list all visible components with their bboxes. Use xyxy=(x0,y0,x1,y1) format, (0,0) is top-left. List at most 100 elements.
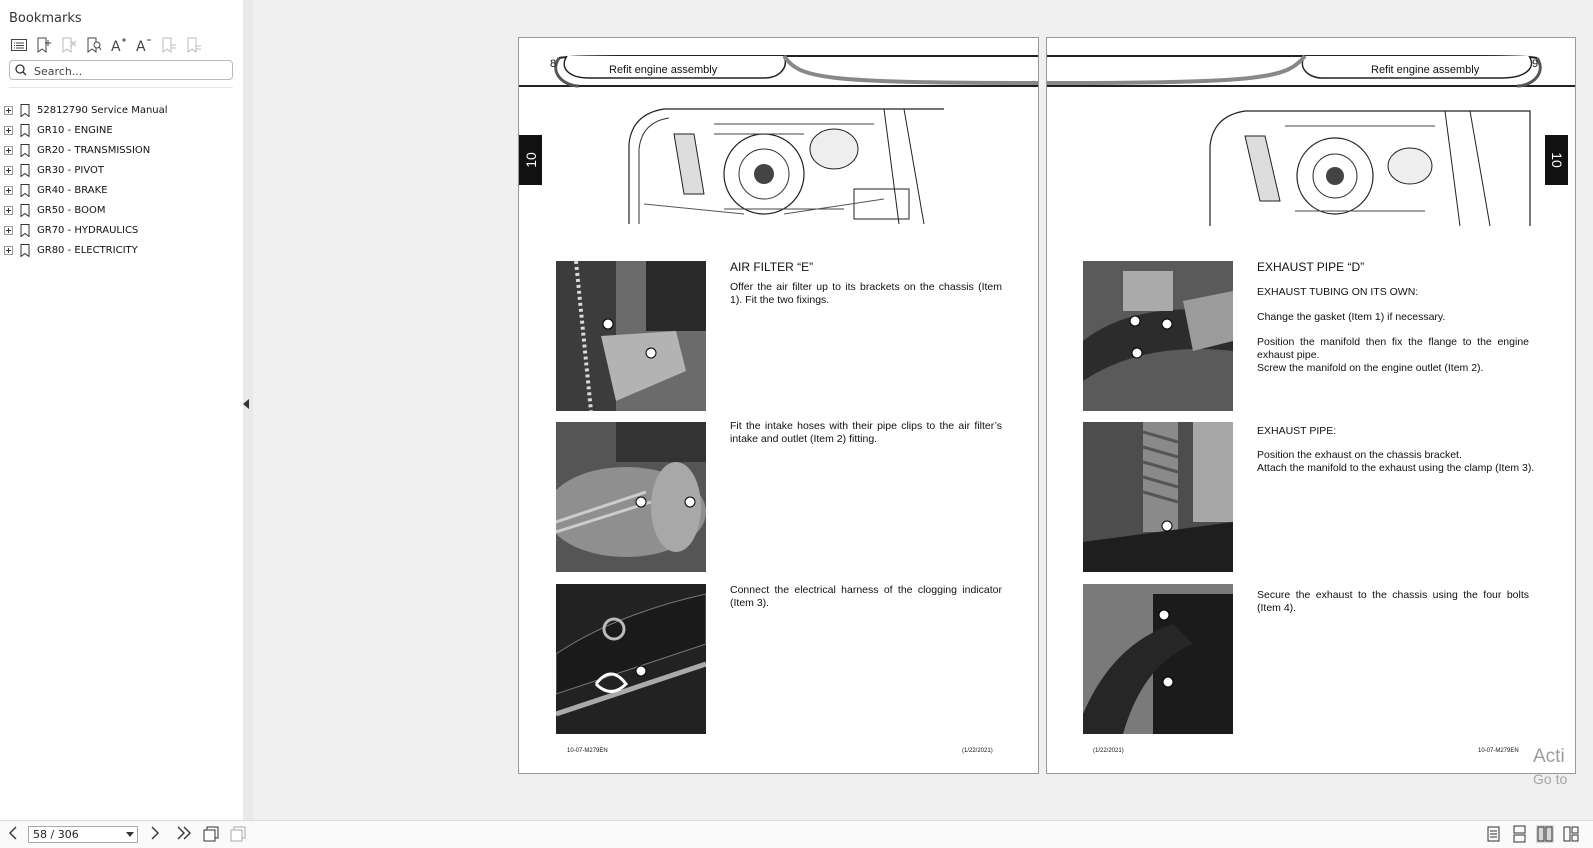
bookmark-list-icon[interactable] xyxy=(6,34,31,56)
page-footer-date: (1/22/2021) xyxy=(962,748,993,754)
bookmark-tree: 52812790 Service Manual GR10 - ENGINE GR… xyxy=(4,100,168,260)
svg-text:A: A xyxy=(136,39,146,53)
bookmark-item[interactable]: GR70 - HYDRAULICS xyxy=(4,220,168,240)
photo-air-filter-bracket xyxy=(556,261,706,411)
single-page-view-icon[interactable] xyxy=(1484,825,1502,843)
instruction-text: Fit the intake hoses with their pipe cli… xyxy=(730,420,1002,445)
instruction-text: Attach the manifold to the exhaust using… xyxy=(1257,462,1535,474)
page-number-select[interactable]: 58 / 306 xyxy=(28,826,138,843)
bookmark-label: GR20 - TRANSMISSION xyxy=(37,144,151,156)
bookmark-icon xyxy=(20,163,30,177)
document-page-right: Refit engine assembly 9 10 EXHAUST PIPE … xyxy=(1046,37,1576,774)
collapse-panel-icon[interactable] xyxy=(243,399,249,409)
instruction-text: Secure the exhaust to the chassis using … xyxy=(1257,589,1529,614)
instruction-text: Screw the manifold on the engine outlet … xyxy=(1257,362,1484,374)
cover-view-icon[interactable] xyxy=(1562,825,1580,843)
bookmark-item[interactable]: GR50 - BOOM xyxy=(4,200,168,220)
bookmark-icon xyxy=(20,183,30,197)
collapse-bookmark-icon[interactable] xyxy=(181,34,206,56)
engine-illustration xyxy=(1205,106,1535,228)
search-input[interactable] xyxy=(32,62,226,80)
add-bookmark-icon[interactable] xyxy=(31,34,56,56)
panel-splitter[interactable] xyxy=(243,0,253,820)
section-tab: 10 xyxy=(519,135,542,185)
bookmark-item[interactable]: GR20 - TRANSMISSION xyxy=(4,140,168,160)
expand-icon[interactable] xyxy=(4,245,13,255)
expand-icon[interactable] xyxy=(4,105,13,115)
expand-icon[interactable] xyxy=(4,145,13,155)
page-header-title: Refit engine assembly xyxy=(609,64,718,76)
extract-page-icon[interactable] xyxy=(230,826,246,845)
bookmarks-panel: Bookmarks A A 52812790 Service Man xyxy=(0,0,244,820)
header-banner xyxy=(1047,54,1575,88)
photo-intake-hoses xyxy=(556,422,706,572)
bookmark-label: GR10 - ENGINE xyxy=(37,124,113,136)
bookmark-item[interactable]: GR10 - ENGINE xyxy=(4,120,168,140)
bookmark-item[interactable]: GR80 - ELECTRICITY xyxy=(4,240,168,260)
bookmark-item[interactable]: 52812790 Service Manual xyxy=(4,100,168,120)
bookmark-icon xyxy=(20,203,30,217)
engine-illustration xyxy=(624,104,969,226)
bookmark-icon xyxy=(20,223,30,237)
bookmark-icon xyxy=(20,103,30,117)
instruction-text: Offer the air filter up to its brackets … xyxy=(730,281,1002,306)
page-number: 9 xyxy=(1532,58,1539,70)
bookmark-icon xyxy=(20,143,30,157)
section-heading: EXHAUST PIPE “D” xyxy=(1257,260,1365,274)
expand-icon[interactable] xyxy=(4,165,13,175)
continuous-view-icon[interactable] xyxy=(1510,825,1528,843)
status-bar: 58 / 306 xyxy=(0,820,1593,848)
delete-bookmark-icon[interactable] xyxy=(56,34,81,56)
copy-page-icon[interactable] xyxy=(203,826,219,845)
expand-bookmark-icon[interactable] xyxy=(156,34,181,56)
page-footer-code: 10-07-M279EN xyxy=(567,748,608,754)
activation-watermark: Acti Go to xyxy=(1533,746,1567,790)
bookmark-label: GR50 - BOOM xyxy=(37,204,106,216)
instruction-text: Position the manifold then fix the flang… xyxy=(1257,336,1529,361)
decrease-font-icon[interactable]: A xyxy=(131,34,156,56)
chevron-down-icon xyxy=(126,832,134,837)
bookmark-item[interactable]: GR30 - PIVOT xyxy=(4,160,168,180)
increase-font-icon[interactable]: A xyxy=(106,34,131,56)
panel-title: Bookmarks xyxy=(9,11,82,26)
svg-text:A: A xyxy=(111,39,121,53)
find-bookmark-icon[interactable] xyxy=(81,34,106,56)
photo-exhaust-manifold xyxy=(1083,261,1233,411)
expand-icon[interactable] xyxy=(4,225,13,235)
section-heading: AIR FILTER “E” xyxy=(730,260,814,274)
expand-icon[interactable] xyxy=(4,205,13,215)
bookmark-item[interactable]: GR40 - BRAKE xyxy=(4,180,168,200)
previous-page-icon[interactable] xyxy=(8,826,18,843)
page-header-title: Refit engine assembly xyxy=(1371,64,1480,76)
bookmark-label: GR30 - PIVOT xyxy=(37,164,105,176)
bookmark-icon xyxy=(20,243,30,257)
section-subheading: EXHAUST TUBING ON ITS OWN: xyxy=(1257,286,1419,298)
page-number-display: 58 / 306 xyxy=(33,828,79,841)
facing-view-icon[interactable] xyxy=(1536,825,1554,843)
expand-icon[interactable] xyxy=(4,185,13,195)
photo-clogging-indicator xyxy=(556,584,706,734)
expand-icon[interactable] xyxy=(4,125,13,135)
next-page-icon[interactable] xyxy=(150,826,160,843)
instruction-text: Position the exhaust on the chassis brac… xyxy=(1257,449,1462,461)
document-page-left: 8 Refit engine assembly 10 AIR FILTER “E… xyxy=(518,37,1039,774)
header-banner xyxy=(519,54,1038,88)
section-tab-label: 10 xyxy=(522,152,539,168)
instruction-text: Change the gasket (Item 1) if necessary. xyxy=(1257,311,1446,323)
bookmark-label: GR80 - ELECTRICITY xyxy=(37,244,138,256)
watermark-line: Go to xyxy=(1533,771,1568,787)
page-footer-code: 10-07-M279EN xyxy=(1478,748,1519,754)
watermark-line: Acti xyxy=(1533,746,1565,767)
bookmark-search-box xyxy=(9,60,233,80)
section-tab-label: 10 xyxy=(1548,152,1565,168)
section-subheading: EXHAUST PIPE: xyxy=(1257,425,1337,437)
page-footer-date: (1/22/2021) xyxy=(1093,748,1124,754)
page-number: 8 xyxy=(550,58,557,70)
photo-exhaust-clamp xyxy=(1083,422,1233,572)
instruction-text: Connect the electrical harness of the cl… xyxy=(730,584,1002,609)
divider xyxy=(9,87,233,88)
search-icon xyxy=(15,64,27,76)
bookmark-label: 52812790 Service Manual xyxy=(37,104,168,116)
section-tab: 10 xyxy=(1545,135,1568,185)
last-page-icon[interactable] xyxy=(176,826,192,843)
